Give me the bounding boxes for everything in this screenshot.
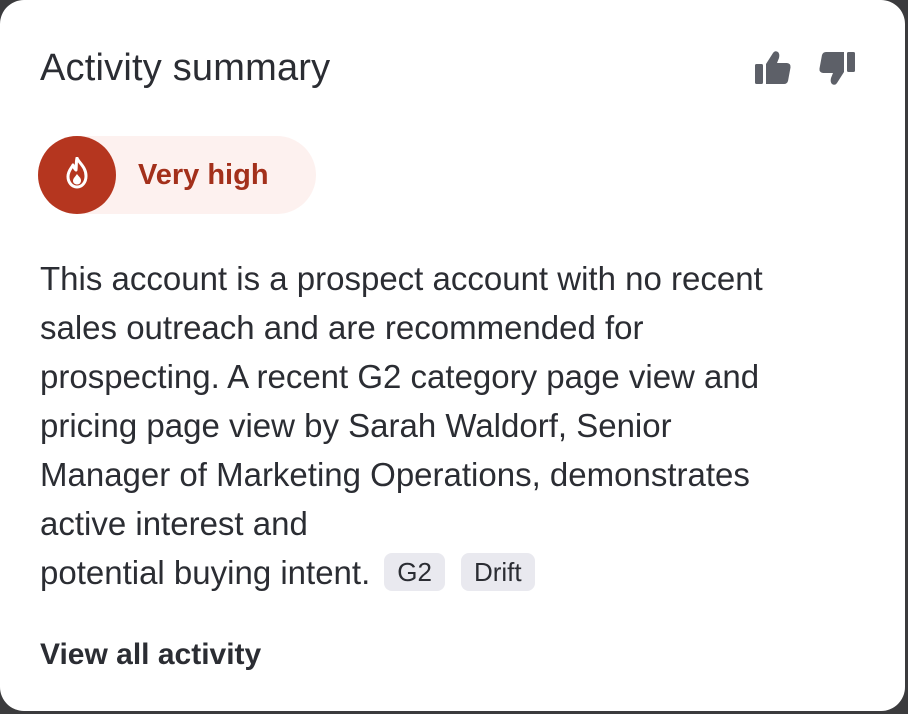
summary-line: pricing page view by Sarah Waldorf, Seni… — [40, 407, 672, 444]
thumbs-down-icon — [818, 50, 856, 91]
summary-line: potential buying intent. — [40, 554, 371, 591]
summary-line: Manager of Marketing Operations, demonst… — [40, 456, 750, 493]
view-all-activity-link[interactable]: View all activity — [40, 636, 261, 674]
card-title: Activity summary — [40, 47, 331, 89]
activity-summary-card: Activity summary Very high This account … — [0, 0, 905, 711]
activity-summary-text: This account is a prospect account with … — [40, 254, 880, 597]
intent-badge-icon-circle — [38, 136, 116, 214]
source-tag-g2[interactable]: G2 — [384, 553, 445, 592]
summary-line: prospecting. A recent G2 category page v… — [40, 358, 760, 395]
summary-line: This account is a prospect account with … — [40, 260, 763, 297]
thumbs-up-button[interactable] — [753, 50, 793, 90]
summary-line: sales outreach and are recommended for — [40, 309, 644, 346]
thumbs-down-button[interactable] — [817, 50, 857, 90]
source-tag-drift[interactable]: Drift — [460, 553, 535, 592]
flame-icon — [64, 156, 90, 194]
thumbs-up-icon — [754, 50, 792, 91]
summary-line: active interest and — [40, 505, 308, 542]
intent-badge-label: Very high — [138, 159, 269, 191]
summary-last-line: potential buying intent. G2 Drift — [40, 548, 880, 597]
intent-badge: Very high — [38, 136, 316, 214]
